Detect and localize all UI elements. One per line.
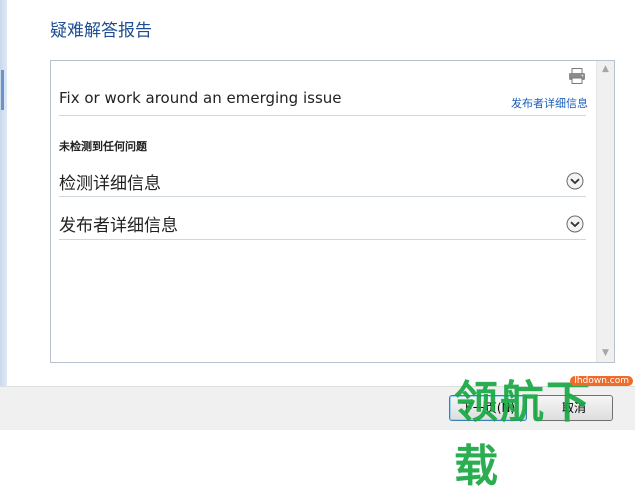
expand-detection-details-icon[interactable] bbox=[566, 172, 584, 190]
cancel-button[interactable]: 取消 bbox=[535, 395, 613, 421]
window-edge-accent bbox=[1, 70, 4, 110]
issue-title: Fix or work around an emerging issue bbox=[59, 89, 342, 107]
next-button[interactable]: 下一页(N) bbox=[449, 395, 527, 421]
detection-details-label[interactable]: 检测详细信息 bbox=[59, 169, 161, 194]
scroll-up-arrow-icon[interactable]: ▲ bbox=[597, 61, 614, 78]
divider bbox=[59, 239, 586, 240]
vertical-scrollbar[interactable]: ▲ ▼ bbox=[596, 61, 614, 362]
dialog-footer: 下一页(N) 取消 bbox=[0, 386, 635, 430]
report-panel: Fix or work around an emerging issue 发布者… bbox=[50, 60, 615, 363]
window-left-edge bbox=[0, 0, 7, 429]
scroll-down-arrow-icon[interactable]: ▼ bbox=[597, 345, 614, 362]
publisher-details-link[interactable]: 发布者详细信息 bbox=[511, 95, 588, 111]
status-text: 未检测到任何问题 bbox=[59, 140, 147, 153]
page-title: 疑难解答报告 bbox=[50, 21, 152, 41]
publisher-details-label[interactable]: 发布者详细信息 bbox=[59, 211, 178, 236]
watermark-site: lhdown.com bbox=[570, 376, 633, 386]
divider bbox=[59, 196, 586, 197]
divider bbox=[59, 115, 586, 116]
expand-publisher-details-icon[interactable] bbox=[566, 215, 584, 233]
printer-icon[interactable] bbox=[568, 68, 586, 84]
